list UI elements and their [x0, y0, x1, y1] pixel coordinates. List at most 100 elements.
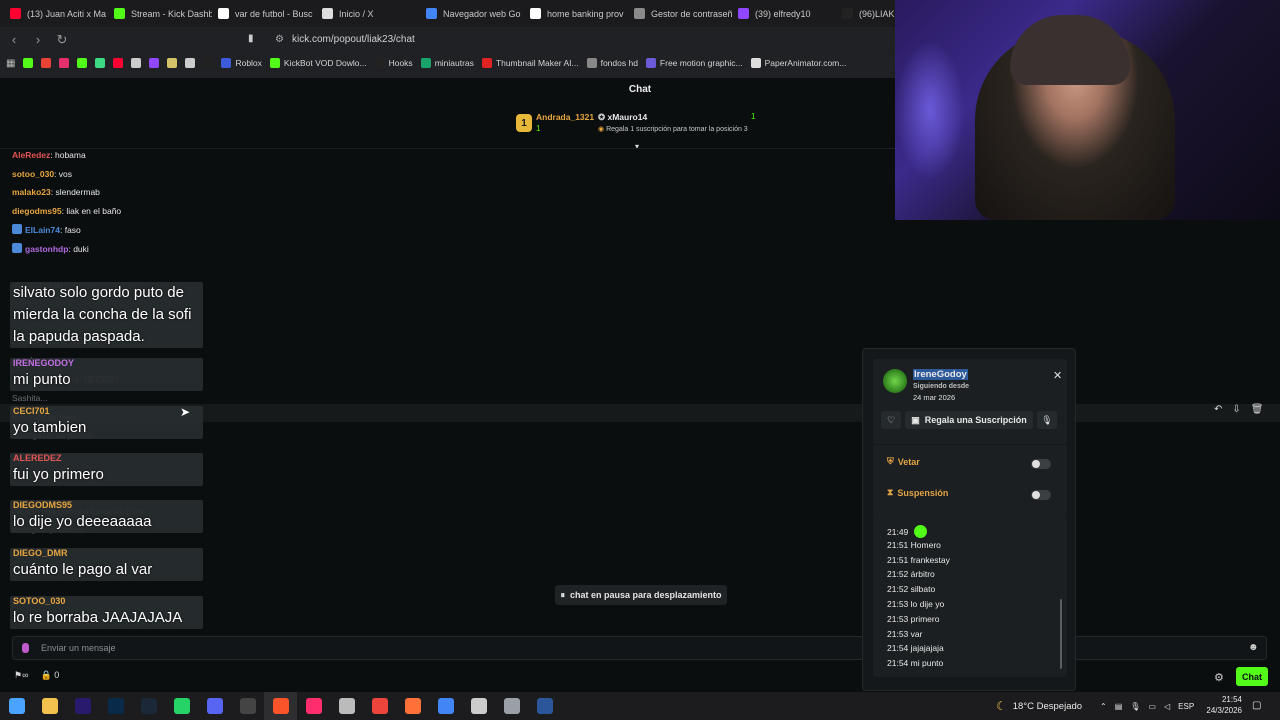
taskbar-app[interactable] — [198, 692, 231, 720]
bookmark-item[interactable]: Thumbnail Maker AI... — [481, 58, 579, 68]
taskbar-app[interactable] — [528, 692, 561, 720]
taskbar-app[interactable] — [363, 692, 396, 720]
bookmark-item[interactable] — [149, 58, 160, 68]
taskbar-app[interactable] — [264, 692, 297, 720]
bookmark-item[interactable] — [59, 58, 70, 68]
browser-tab[interactable]: home banking prov — [524, 0, 628, 27]
mic-icon[interactable] — [22, 643, 29, 653]
chat-send-button[interactable]: Chat — [1236, 667, 1268, 686]
bookmark-item[interactable]: fondos hd — [586, 58, 638, 68]
bookmark-item[interactable] — [113, 58, 124, 68]
taskbar-app[interactable] — [429, 692, 462, 720]
message-username[interactable]: AleRedez — [12, 150, 50, 160]
browser-tab[interactable]: Inicio / X — [316, 0, 420, 27]
tray-chevron-icon[interactable]: ⌃ — [1100, 702, 1107, 711]
tab-label: Gestor de contraseñ — [651, 8, 732, 19]
follow-heart-button[interactable]: ♡ — [881, 411, 901, 429]
bookmark-item[interactable]: Free motion graphic... — [645, 58, 743, 68]
taskbar-app[interactable] — [66, 692, 99, 720]
bookmark-item[interactable] — [95, 58, 106, 68]
browser-tab[interactable]: (96)LIAK (@ — [836, 0, 895, 27]
weather-widget[interactable]: ☾ 18°C Despejado — [996, 692, 1082, 720]
chat-message[interactable]: AleRedez: hobama — [12, 146, 272, 165]
message-username[interactable]: sotoo_030 — [12, 169, 54, 179]
mod-action-row[interactable]: ⧗ Suspensión — [887, 487, 948, 498]
chat-message[interactable]: malako23: slendermab — [12, 183, 272, 202]
close-icon[interactable]: ✕ — [1053, 369, 1062, 382]
history-text: mi punto — [910, 658, 944, 669]
language-indicator[interactable]: ESP — [1178, 702, 1194, 711]
taskbar-app[interactable] — [231, 692, 264, 720]
leader-top-user[interactable]: Andrada_1321 — [536, 112, 594, 122]
network-icon[interactable]: ▭ — [1148, 702, 1156, 711]
message-input[interactable]: Enviar un mensaje — [12, 636, 1267, 660]
gift-sub-button[interactable]: ▣ Regala una Suscripción — [905, 411, 1033, 429]
bookmark-item[interactable] — [77, 58, 88, 68]
mod-action-toggle[interactable] — [1031, 459, 1051, 469]
bookmark-item[interactable] — [185, 58, 196, 68]
clock[interactable]: 21:54 24/3/2026 — [1196, 694, 1242, 716]
message-username[interactable]: diegodms95 — [12, 206, 62, 216]
points-icon[interactable]: ⚑∞ — [14, 670, 28, 681]
gift-prompt[interactable]: ◉ Regala 1 suscripción para tomar la pos… — [598, 125, 748, 133]
forward-icon[interactable]: › — [28, 30, 48, 50]
history-scrollbar[interactable] — [1060, 599, 1062, 669]
viewer-count-value: 0 — [54, 670, 60, 680]
bookmark-icon[interactable]: ▮ — [248, 33, 258, 45]
browser-tab[interactable]: (39) elfredy10 — [732, 0, 836, 27]
taskbar-app[interactable] — [99, 692, 132, 720]
pin-icon[interactable]: ⇩ — [1232, 404, 1240, 415]
bookmark-item[interactable] — [203, 58, 214, 68]
browser-tab[interactable]: Gestor de contraseñ — [628, 0, 732, 27]
bookmark-item[interactable]: KickBot VOD Dowlo... — [269, 58, 367, 68]
notification-icon[interactable]: ▢ — [1252, 700, 1261, 711]
message-username[interactable]: ElLain74 — [25, 225, 60, 235]
bookmark-item[interactable]: miniautras — [420, 58, 474, 68]
bookmark-item[interactable]: Hooks — [374, 58, 413, 68]
mention-button[interactable]: 🎙 — [1037, 411, 1057, 429]
reply-icon[interactable]: ↶ — [1214, 404, 1222, 415]
message-username[interactable]: malako23 — [12, 187, 51, 197]
mod-action-toggle[interactable] — [1031, 490, 1051, 500]
taskbar-app[interactable] — [0, 692, 33, 720]
taskbar-app[interactable] — [396, 692, 429, 720]
back-icon[interactable]: ‹ — [4, 30, 24, 50]
chat-message[interactable]: gastonhdp: duki — [12, 240, 272, 259]
settings-icon[interactable]: ⚙ — [1214, 671, 1224, 684]
site-info-icon[interactable]: ⚙ — [275, 34, 284, 45]
taskbar-app[interactable] — [165, 692, 198, 720]
reload-icon[interactable]: ↻ — [52, 30, 72, 50]
bookmark-item[interactable] — [167, 58, 178, 68]
volume-icon[interactable]: ◁ — [1164, 702, 1170, 711]
browser-tab[interactable]: var de futbol - Busc — [212, 0, 316, 27]
taskbar-app[interactable] — [462, 692, 495, 720]
microphone-icon[interactable]: 🎙 — [1130, 702, 1140, 711]
bookmark-item[interactable]: Roblox — [221, 58, 262, 68]
bookmark-item[interactable] — [23, 58, 34, 68]
chat-message[interactable]: ElLain74: faso — [12, 221, 272, 240]
browser-tab[interactable]: Stream - Kick Dashb — [108, 0, 212, 27]
user-card-username[interactable]: IreneGodoy — [913, 369, 968, 380]
delete-icon[interactable]: 🗑 — [1251, 404, 1264, 415]
taskbar-app[interactable] — [33, 692, 66, 720]
apps-grid-icon[interactable]: ▦ — [6, 58, 15, 69]
address-bar[interactable]: ⚙ kick.com/popout/liak23/chat — [265, 30, 885, 49]
message-username[interactable]: gastonhdp — [25, 244, 68, 254]
taskbar-app[interactable] — [330, 692, 363, 720]
browser-tab[interactable]: (13) Juan Aciti x Ma — [4, 0, 108, 27]
browser-tab[interactable]: Navegador web Go — [420, 0, 524, 27]
emoji-icon[interactable]: ☻ — [1248, 642, 1260, 654]
chat-message[interactable]: diegodms95: liak en el baño — [12, 202, 272, 221]
chat-paused-banner[interactable]: ⏸ chat en pausa para desplazamiento — [555, 585, 727, 605]
bookmark-item[interactable]: PaperAnimator.com... — [750, 58, 846, 68]
bookmark-item[interactable] — [41, 58, 52, 68]
bookmark-item[interactable] — [131, 58, 142, 68]
leader-second-user[interactable]: ✪ xMauro14 — [598, 112, 647, 123]
history-message: 21:51 frankestay — [887, 555, 950, 565]
taskbar-app[interactable] — [297, 692, 330, 720]
chat-message[interactable]: sotoo_030: vos — [12, 165, 272, 184]
taskbar-app[interactable] — [495, 692, 528, 720]
mod-action-row[interactable]: ⛨ Vetar — [887, 456, 920, 467]
tray-app-icon[interactable]: ▤ — [1115, 702, 1123, 711]
taskbar-app[interactable] — [132, 692, 165, 720]
